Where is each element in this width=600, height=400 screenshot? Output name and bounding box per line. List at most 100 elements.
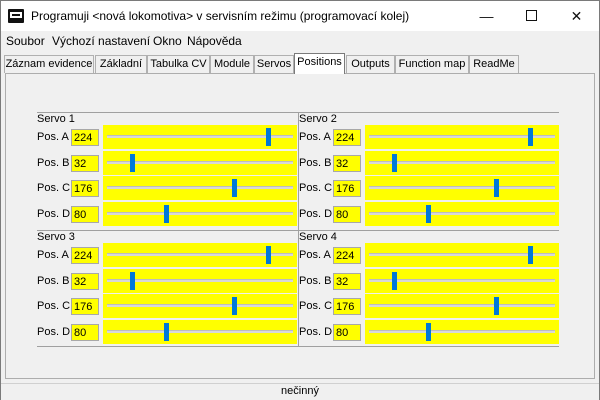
slider-thumb[interactable] xyxy=(392,271,397,290)
position-value-field[interactable]: 176 xyxy=(71,298,99,315)
position-value-field[interactable]: 224 xyxy=(333,129,361,146)
status-text: nečinný xyxy=(281,385,319,397)
close-button[interactable]: ✕ xyxy=(554,1,599,31)
maximize-button[interactable] xyxy=(509,1,554,31)
tab-zaznam-evidence[interactable]: Záznam evidence xyxy=(4,55,94,73)
tab-zakladni[interactable]: Základní xyxy=(95,55,147,73)
slider-track xyxy=(369,304,555,307)
position-slider[interactable] xyxy=(103,201,297,226)
tab-outputs[interactable]: Outputs xyxy=(346,55,395,73)
maximize-icon xyxy=(526,10,537,22)
title-bar[interactable]: Programuji <nová lokomotiva> v servisním… xyxy=(1,1,599,31)
position-value-field[interactable]: 80 xyxy=(333,323,361,341)
position-value-field[interactable]: 32 xyxy=(71,154,99,172)
slider-thumb[interactable] xyxy=(232,179,237,197)
tab-module[interactable]: Module xyxy=(210,55,254,73)
position-value-field[interactable]: 80 xyxy=(333,205,361,223)
slider-thumb[interactable] xyxy=(266,128,271,146)
slider-thumb[interactable] xyxy=(164,322,169,341)
position-value-field[interactable]: 176 xyxy=(333,298,361,315)
position-slider[interactable] xyxy=(103,176,297,200)
position-value-field[interactable]: 80 xyxy=(71,323,99,341)
position-slider[interactable] xyxy=(103,294,297,318)
position-label: Pos. A xyxy=(299,249,331,261)
position-value-field[interactable]: 224 xyxy=(71,129,99,146)
tab-positions[interactable]: Positions xyxy=(294,53,345,74)
status-bar: nečinný xyxy=(1,383,599,400)
position-slider[interactable] xyxy=(103,268,297,293)
minimize-button[interactable]: — xyxy=(464,1,509,31)
slider-track xyxy=(369,211,555,215)
slider-track xyxy=(107,186,293,189)
menu-napoveda[interactable]: Nápověda xyxy=(187,34,242,48)
slider-track xyxy=(369,329,555,333)
menu-soubor[interactable]: Soubor xyxy=(6,34,45,48)
position-slider[interactable] xyxy=(103,150,297,175)
position-slider[interactable] xyxy=(103,125,297,149)
position-value-field[interactable]: 80 xyxy=(71,205,99,223)
slider-thumb[interactable] xyxy=(494,179,499,197)
slider-thumb[interactable] xyxy=(494,297,499,315)
position-value-field[interactable]: 32 xyxy=(333,272,361,290)
position-slider[interactable] xyxy=(365,319,559,344)
tab-tabulka-cv[interactable]: Tabulka CV xyxy=(147,55,210,73)
position-label: Pos. B xyxy=(37,156,70,169)
position-slider[interactable] xyxy=(365,125,559,149)
position-value-field[interactable]: 176 xyxy=(71,180,99,197)
position-slider[interactable] xyxy=(365,201,559,226)
position-label: Pos. D xyxy=(37,325,71,338)
position-value-field[interactable]: 176 xyxy=(333,180,361,197)
position-value-field[interactable]: 224 xyxy=(71,247,99,264)
position-slider[interactable] xyxy=(103,243,297,267)
tab-servos[interactable]: Servos xyxy=(254,55,294,73)
menu-vychozi-nastaveni[interactable]: Výchozí nastavení xyxy=(52,34,150,48)
position-slider[interactable] xyxy=(365,294,559,318)
servo-group-title: Servo 3 xyxy=(37,231,77,243)
position-label: Pos. A xyxy=(37,249,69,261)
tab-readme[interactable]: ReadMe xyxy=(469,55,519,73)
menu-okno[interactable]: Okno xyxy=(153,34,182,48)
position-label: Pos. D xyxy=(37,207,71,220)
position-slider[interactable] xyxy=(365,150,559,175)
position-slider[interactable] xyxy=(365,243,559,267)
slider-thumb[interactable] xyxy=(528,128,533,146)
position-value-field[interactable]: 32 xyxy=(71,272,99,290)
slider-thumb[interactable] xyxy=(266,246,271,264)
position-label: Pos. B xyxy=(299,156,332,169)
position-label: Pos. A xyxy=(37,131,69,143)
tab-function-map[interactable]: Function map xyxy=(395,55,469,73)
slider-thumb[interactable] xyxy=(426,322,431,341)
position-value-field[interactable]: 32 xyxy=(333,154,361,172)
tab-strip: Záznam evidence Základní Tabulka CV Modu… xyxy=(1,52,599,74)
position-label: Pos. C xyxy=(299,182,333,194)
group-divider-bottom xyxy=(37,346,559,347)
position-slider[interactable] xyxy=(103,319,297,344)
position-label: Pos. D xyxy=(299,325,333,338)
position-slider[interactable] xyxy=(365,176,559,200)
slider-thumb[interactable] xyxy=(392,153,397,172)
locomotive-app-icon xyxy=(8,9,24,23)
slider-track xyxy=(107,304,293,307)
slider-thumb[interactable] xyxy=(130,271,135,290)
slider-track xyxy=(107,329,293,333)
position-label: Pos. C xyxy=(37,300,71,312)
position-slider[interactable] xyxy=(365,268,559,293)
menu-bar: Soubor Výchozí nastavení Okno Nápověda xyxy=(1,31,599,51)
slider-track xyxy=(107,211,293,215)
position-label: Pos. D xyxy=(299,207,333,220)
slider-thumb[interactable] xyxy=(164,204,169,223)
servo-group-title: Servo 4 xyxy=(299,231,339,243)
position-label: Pos. C xyxy=(299,300,333,312)
slider-thumb[interactable] xyxy=(232,297,237,315)
position-label: Pos. B xyxy=(37,274,70,287)
position-value-field[interactable]: 224 xyxy=(333,247,361,264)
slider-track xyxy=(369,186,555,189)
window-title: Programuji <nová lokomotiva> v servisním… xyxy=(31,9,410,23)
slider-thumb[interactable] xyxy=(130,153,135,172)
servo-group-title: Servo 2 xyxy=(299,113,339,125)
position-label: Pos. C xyxy=(37,182,71,194)
slider-thumb[interactable] xyxy=(426,204,431,223)
main-window: Programuji <nová lokomotiva> v servisním… xyxy=(0,0,600,400)
servo-group-title: Servo 1 xyxy=(37,113,77,125)
slider-thumb[interactable] xyxy=(528,246,533,264)
